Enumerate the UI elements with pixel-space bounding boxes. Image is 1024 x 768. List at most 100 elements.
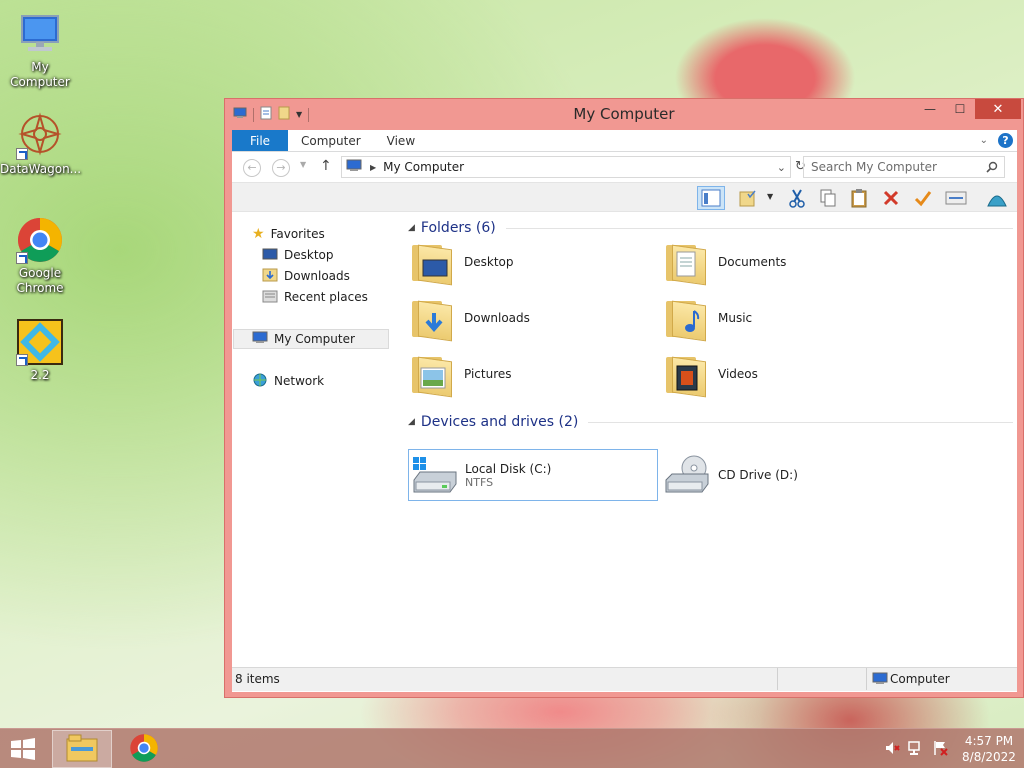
status-divider [866,668,867,690]
nav-desktop-label: Desktop [284,248,334,262]
drive-local-disk-c[interactable]: Local Disk (C:) NTFS [408,449,658,501]
drive-cd-d[interactable]: CD Drive (D:) [662,449,912,501]
drive-filesystem: NTFS [465,475,494,489]
forward-button[interactable]: → [272,159,290,177]
desktop-icon-my-computer[interactable]: My Computer [0,10,80,90]
folder-label: Videos [718,367,758,381]
downloads-icon [262,268,278,285]
folder-label: Downloads [464,311,530,325]
desktop-icon-label: 2.2 [30,368,50,382]
tab-file[interactable]: File [232,130,288,151]
folder-music[interactable]: Music [662,292,912,344]
search-icon[interactable] [986,161,998,176]
delete-icon[interactable] [877,186,905,210]
command-toolbar: ▼ [232,182,1017,212]
desktop-icon-game[interactable]: 2.2 [0,318,80,383]
action-center-icon[interactable] [932,740,948,759]
paste-icon[interactable] [845,186,873,210]
expand-ribbon-chevron-icon[interactable]: ⌄ [980,135,988,146]
star-icon: ★ [252,226,265,242]
taskbar-file-explorer[interactable] [52,730,112,768]
taskbar-chrome[interactable] [114,730,174,768]
shell-icon[interactable] [983,186,1011,210]
tab-computer[interactable]: Computer [288,130,374,151]
nav-recent-places[interactable]: Recent places [262,287,368,307]
title-bar[interactable]: ▼ My Computer — ☐ ✕ [225,99,1023,131]
hard-drive-icon [409,450,459,500]
back-button[interactable]: ← [243,159,261,177]
tab-view[interactable]: View [374,130,428,151]
address-field[interactable]: ▶ My Computer ⌄ [341,156,791,178]
desktop-icon [262,248,278,263]
window-body: File Computer View ⌄ ? ← → ▼ ↑ ▶ My Comp… [232,130,1017,694]
datawagon-icon [16,112,64,160]
search-input[interactable]: Search My Computer [803,156,1005,178]
start-button[interactable] [8,737,38,761]
shortcut-arrow-icon [16,354,28,366]
folder-videos[interactable]: Videos [662,348,912,400]
desktop-icon-datawagon[interactable]: DataWagon... [0,112,81,177]
network-icon[interactable] [908,740,924,759]
group-divider [588,421,1013,423]
recent-locations-chevron-icon[interactable]: ▼ [300,160,306,169]
up-button[interactable]: ↑ [320,158,332,174]
folders-group-header[interactable]: ◢ Folders (6) [408,220,1013,236]
desktop-icon-label: My Computer [10,60,70,89]
folder-documents-icon [662,237,712,287]
folder-pictures[interactable]: Pictures [408,348,658,400]
folder-downloads[interactable]: Downloads [408,292,658,344]
computer-icon [872,672,888,688]
explorer-window[interactable]: ▼ My Computer — ☐ ✕ File Computer View ⌄… [224,98,1024,698]
folder-desktop[interactable]: Desktop [408,236,658,288]
minimize-button[interactable]: — [915,99,945,119]
desktop-icon-label: Google Chrome [16,266,64,295]
drive-name: Local Disk (C:) [465,461,552,476]
chevron-down-icon[interactable]: ▼ [767,192,773,201]
nav-recent-places-label: Recent places [284,290,368,304]
nav-desktop[interactable]: Desktop [262,245,334,265]
volume-muted-icon[interactable] [884,740,900,759]
address-bar-row: ← → ▼ ↑ ▶ My Computer ⌄ ↻ Search My Comp… [232,152,1017,182]
address-dropdown-chevron-icon[interactable]: ⌄ [777,161,786,174]
checkmark-icon[interactable] [909,186,937,210]
status-item-count: 8 items [235,672,280,686]
shortcut-arrow-icon [16,252,28,264]
folder-label: Pictures [464,367,512,381]
nav-network[interactable]: Network [252,371,324,391]
window-controls: — ☐ ✕ [915,99,1021,119]
clock[interactable]: 4:57 PM 8/8/2022 [954,733,1024,765]
group-divider [505,227,1013,229]
status-divider [777,668,778,690]
preview-pane-button[interactable] [697,186,725,210]
rename-icon[interactable] [942,186,970,210]
maximize-button[interactable]: ☐ [945,99,975,119]
drives-group-header[interactable]: ◢ Devices and drives (2) [408,414,1013,430]
chrome-icon [129,733,159,766]
close-button[interactable]: ✕ [975,99,1021,119]
drive-name: CD Drive (D:) [718,468,798,482]
nav-favorites[interactable]: ★ Favorites [252,224,325,244]
folder-videos-icon [662,349,712,399]
collapse-triangle-icon: ◢ [408,417,415,427]
folder-options-icon[interactable] [734,186,762,210]
recent-places-icon [262,289,278,306]
collapse-triangle-icon: ◢ [408,223,415,233]
nav-downloads-label: Downloads [284,269,350,283]
nav-my-computer[interactable]: My Computer [233,329,389,349]
copy-icon[interactable] [814,186,842,210]
help-icon[interactable]: ? [998,133,1013,148]
status-bar: 8 items Computer [232,667,1017,691]
desktop-icon-chrome[interactable]: Google Chrome [0,216,80,296]
chrome-icon [16,216,64,264]
folder-label: Documents [718,255,787,269]
nav-downloads[interactable]: Downloads [262,266,350,286]
content-pane: ◢ Folders (6) Desktop Documents Download… [398,214,1015,644]
nav-my-computer-label: My Computer [274,332,355,346]
breadcrumb-my-computer[interactable]: My Computer [383,160,464,174]
computer-icon [16,10,64,58]
computer-icon [252,331,268,347]
breadcrumb-separator-icon[interactable]: ▶ [370,163,376,172]
folders-group-title: Folders (6) [420,220,496,236]
cut-icon[interactable] [783,186,811,210]
folder-documents[interactable]: Documents [662,236,912,288]
